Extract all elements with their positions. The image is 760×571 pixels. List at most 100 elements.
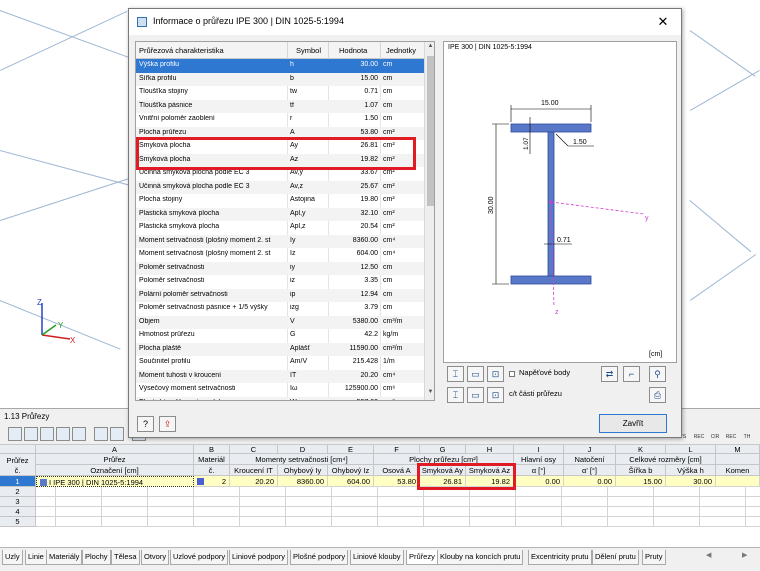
print-icon[interactable]: ⎙	[649, 387, 666, 403]
cell-a[interactable]: 53.80	[374, 476, 420, 487]
property-row[interactable]: Výška profilu h 30.00 cm	[136, 59, 424, 73]
toolbar-button-3[interactable]	[40, 427, 54, 441]
properties-table[interactable]: Průřezová charakteristika Symbol Hodnota…	[135, 41, 435, 401]
tab-uzly[interactable]: Uzly	[2, 550, 23, 565]
view-axes-button[interactable]: ⌐	[623, 366, 640, 382]
row-number-3[interactable]: 3	[0, 497, 36, 507]
tab-uzlove-podpory[interactable]: Uzlové podpory	[170, 550, 229, 565]
frame-tool-button[interactable]: ▭	[467, 366, 484, 382]
property-row[interactable]: Moment setrvačnosti (plošný moment 2. st…	[136, 234, 424, 248]
ct-tool-button-2[interactable]: ▭	[467, 387, 484, 403]
tab-klouby-na-koncich-prutu[interactable]: Klouby na koncích prutu	[437, 550, 524, 565]
property-row[interactable]: Elastický průřezový modul Wy557.00 cm³	[136, 396, 424, 400]
help-icon[interactable]: ?	[137, 416, 154, 432]
cell-comment[interactable]	[716, 476, 760, 487]
property-row[interactable]: Výsečový moment setrvačnosti Iω 125900.00 c…	[136, 383, 424, 397]
property-symbol: Iω	[290, 385, 298, 392]
property-row[interactable]: Objem V 5380.00 cm³/m	[136, 315, 424, 329]
property-value: 53.80	[360, 128, 378, 136]
property-row[interactable]: Moment setrvačnosti (plošný moment 2. st…	[136, 248, 424, 262]
hdr-alpha2: α' [°]	[564, 465, 616, 476]
property-row[interactable]: Plocha stojiny Astojina 19.80 cm²	[136, 194, 424, 208]
property-row[interactable]: Plastická smyková plocha Apl,z 20.54 cm²	[136, 221, 424, 235]
property-row[interactable]: Poloměr setrvačnosti iz 3.35 cm	[136, 275, 424, 289]
cell-alpha[interactable]: 0.00	[514, 476, 564, 487]
row-number-4[interactable]: 4	[0, 507, 36, 517]
zoom-icon[interactable]: ⚲	[649, 366, 666, 382]
cell-it[interactable]: 20.20	[230, 476, 278, 487]
property-row[interactable]: Poloměr setrvačnosti pásnice + 1/5 výšky…	[136, 302, 424, 316]
toolbar-button-1[interactable]	[8, 427, 22, 441]
row-number-1[interactable]: 1	[0, 476, 36, 487]
cell-material[interactable]: 2	[194, 476, 230, 487]
row-number-2[interactable]: 2	[0, 487, 36, 497]
cell-section-name[interactable]: I IPE 300 | DIN 1025-5:1994	[36, 476, 194, 487]
stress-points-checkbox[interactable]	[509, 371, 515, 377]
toolbar-rec-button[interactable]: REC	[692, 427, 706, 441]
stress-points-label[interactable]: Napěťové body	[519, 368, 570, 377]
export-icon[interactable]: ⇪	[159, 416, 176, 432]
sections-grid[interactable]: A B C D E F G H I J K L M Průřez č. Průř…	[0, 445, 760, 551]
property-row[interactable]: Šířka profilu b 15.00 cm	[136, 72, 424, 86]
cell-iz[interactable]: 604.00	[328, 476, 374, 487]
dialog-titlebar[interactable]: Informace o průřezu IPE 300 | DIN 1025-5…	[129, 9, 681, 35]
toolbar-button-6[interactable]	[94, 427, 108, 441]
property-row[interactable]: Polární poloměr setrvačnosti ip 12.94 cm	[136, 288, 424, 302]
property-row[interactable]: Plocha pláště Aplášť 11590.00 cm²/m	[136, 342, 424, 356]
property-value: 19.80	[360, 196, 378, 203]
tab-plosne-podpory[interactable]: Plošné podpory	[290, 550, 349, 565]
tab-plochy[interactable]: Plochy	[82, 550, 111, 565]
toolbar-cir-button[interactable]: CIR	[708, 427, 722, 441]
tab-scroll-right[interactable]: ▶	[742, 551, 747, 559]
tab-linie[interactable]: Linie	[25, 550, 47, 565]
property-symbol: Apl,z	[290, 223, 306, 230]
toolbar-th-button[interactable]: TH	[740, 427, 754, 441]
header-sep-1	[287, 42, 288, 59]
row-number-5[interactable]: 5	[0, 517, 36, 527]
property-row[interactable]: Účinná smyková plocha podle EC 3 Av,z 25.6…	[136, 180, 424, 194]
toolbar-rec2-button[interactable]: REC	[724, 427, 738, 441]
property-row[interactable]: Moment tuhosti v kroucení IT 20.20 cm⁴	[136, 369, 424, 383]
tab-materialy[interactable]: Materiály	[46, 550, 83, 565]
scroll-down-icon[interactable]: ▼	[426, 389, 434, 399]
tab-telesa[interactable]: Tělesa	[111, 550, 140, 565]
ct-tool-button-3[interactable]: ⊡	[487, 387, 504, 403]
properties-scrollbar[interactable]: ▲ ▼	[424, 42, 434, 400]
property-row[interactable]: Poloměr setrvačnosti iy 12.50 cm	[136, 261, 424, 275]
cell-alpha2[interactable]: 0.00	[564, 476, 616, 487]
tab-prurezy[interactable]: Průřezy	[406, 550, 438, 565]
property-row[interactable]: Plastická smyková plocha Apl,y 32.10 cm²	[136, 207, 424, 221]
property-value: 1.07	[364, 101, 378, 109]
section-preview[interactable]: IPE 300 | DIN 1025-5:1994 15.00 1.07 1.5…	[443, 41, 677, 363]
toolbar-button-4[interactable]	[56, 427, 70, 441]
tab-pruty[interactable]: Pruty	[642, 550, 666, 565]
cell-width[interactable]: 15.00	[616, 476, 666, 487]
tab-otvory[interactable]: Otvory	[141, 550, 170, 565]
empty-rows-area[interactable]	[36, 487, 760, 527]
property-row[interactable]: Hmotnost průřezu G 42.2 kg/m	[136, 329, 424, 343]
close-button[interactable]: Zavřít	[599, 414, 667, 433]
tab-excentricity-prutu[interactable]: Excentricity prutu	[528, 550, 592, 565]
close-icon[interactable]: ✕	[653, 13, 673, 31]
view-rotate-button[interactable]: ⇄	[601, 366, 618, 382]
scroll-up-icon[interactable]: ▲	[426, 43, 434, 53]
toolbar-button-5[interactable]	[72, 427, 86, 441]
property-row[interactable]: Tloušťka pásnice tf 1.07 cm	[136, 99, 424, 113]
toolbar-button-2[interactable]	[24, 427, 38, 441]
tab-liniove-klouby[interactable]: Liniové klouby	[350, 550, 404, 565]
property-row[interactable]: Součinitel profilu Am/V 215.428 1/m	[136, 356, 424, 370]
col-letter-b: B	[194, 445, 230, 454]
info-tool-button[interactable]: ⊡	[487, 366, 504, 382]
dimension-tool-button[interactable]: ⌶	[447, 366, 464, 382]
tab-scroll-left[interactable]: ◀	[706, 551, 711, 559]
cell-iy[interactable]: 8360.00	[278, 476, 328, 487]
cell-height[interactable]: 30.00	[666, 476, 716, 487]
toolbar-button-7[interactable]	[110, 427, 124, 441]
tab-liniove-podpory[interactable]: Liniové podpory	[229, 550, 288, 565]
property-row[interactable]: Vnitřní poloměr zaoblení r 1.50 cm	[136, 113, 424, 127]
ct-tool-button-1[interactable]: ⌶	[447, 387, 464, 403]
scroll-thumb[interactable]	[427, 56, 434, 206]
property-row[interactable]: Tloušťka stojiny tw 0.71 cm	[136, 86, 424, 100]
tab-deleni-prutu[interactable]: Dělení prutu	[592, 550, 639, 565]
ct-parts-label[interactable]: c/t části průřezu	[509, 389, 562, 398]
